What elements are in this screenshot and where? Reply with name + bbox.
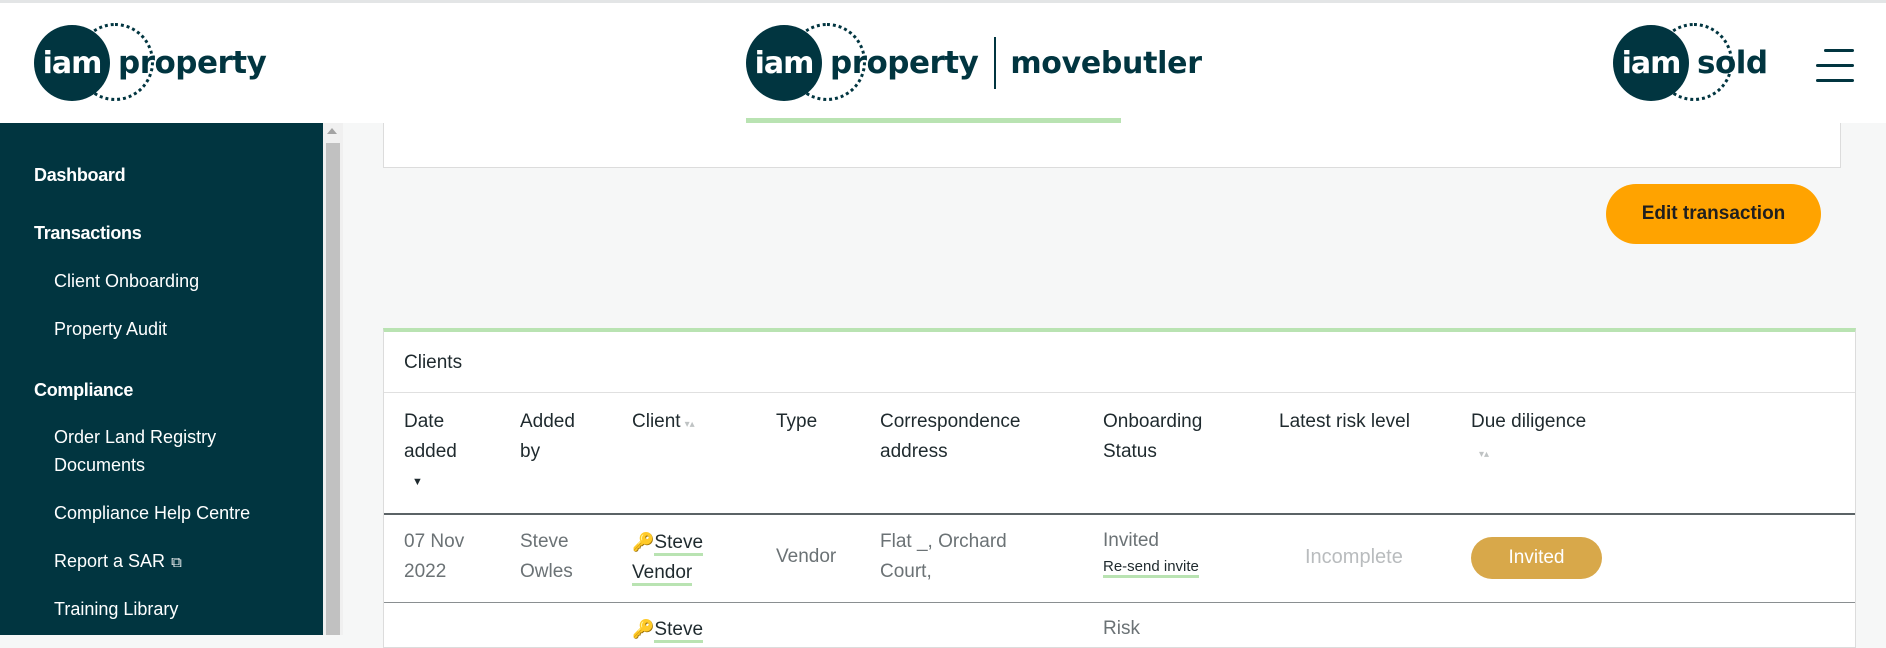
sidebar-item-compliance-help-centre[interactable]: Compliance Help Centre [54, 499, 250, 527]
column-header-due-diligence[interactable]: Due diligence ▾▴ [1471, 407, 1586, 470]
column-header-client[interactable]: Client ▾▴ [632, 407, 695, 440]
cell-onboarding-status: Risk [1103, 618, 1140, 639]
column-header-date-added[interactable]: Date added ▼ [404, 407, 484, 497]
status-text: Invited [1103, 530, 1159, 551]
resend-invite-link[interactable]: Re-send invite [1103, 558, 1199, 578]
cell-client: 🔑Steve [632, 614, 704, 645]
logo-divider [994, 37, 997, 89]
clients-title: Clients [404, 352, 463, 373]
logo-word: property [830, 45, 979, 81]
hamburger-icon[interactable] [1816, 49, 1854, 83]
column-header-added-by: Added by [520, 411, 575, 462]
sidebar-item-compliance[interactable]: Compliance [34, 380, 133, 401]
scroll-thumb[interactable] [326, 143, 340, 635]
column-header-latest-risk-level: Latest risk level [1279, 411, 1410, 432]
logo-word: property [118, 45, 267, 81]
logo-word: sold [1697, 45, 1768, 81]
iam-property-logo[interactable]: iam property [34, 23, 267, 103]
due-diligence-badge[interactable]: Invited [1471, 537, 1602, 579]
sidebar-item-property-audit[interactable]: Property Audit [54, 315, 167, 343]
sidebar-item-transactions[interactable]: Transactions [34, 223, 142, 244]
sidebar-item-order-land-registry[interactable]: Order Land Registry Documents [54, 423, 284, 479]
cell-added-by: Steve Owles [520, 531, 573, 582]
iam-sold-logo[interactable]: iam sold [1613, 23, 1768, 103]
movebutler-brand: movebutler [1010, 45, 1202, 81]
sort-desc-icon: ▼ [412, 476, 423, 488]
column-header-onboarding-status: Onboarding Status [1103, 411, 1203, 462]
transaction-details-card [383, 123, 1841, 168]
clients-card: Clients Date added ▼ Added by Client ▾▴ T… [383, 328, 1856, 648]
cell-onboarding-status: Invited Re-send invite [1103, 526, 1199, 578]
key-icon: 🔑 [632, 619, 655, 639]
sidebar-scrollbar[interactable] [323, 123, 343, 635]
sidebar: Dashboard Transactions Client Onboarding… [0, 123, 323, 635]
external-link-icon: ⧉ [171, 554, 182, 571]
movebutler-logo[interactable]: iam property movebutler [746, 23, 1202, 103]
cell-client: 🔑Steve Vendor [632, 527, 722, 588]
logo-circle: iam [34, 25, 110, 101]
sidebar-item-label: Report a SAR [54, 551, 166, 571]
column-header-type: Type [776, 411, 818, 432]
column-header-correspondence-address: Correspondence address [880, 411, 1021, 462]
key-icon: 🔑 [632, 532, 655, 552]
sidebar-item-dashboard[interactable]: Dashboard [34, 165, 126, 186]
header-divider [384, 513, 1855, 515]
scroll-up-arrow-icon[interactable] [327, 128, 337, 134]
row-divider [384, 602, 1855, 603]
cell-date: 07 Nov 2022 [404, 531, 465, 582]
cell-risk-level: Incomplete [1305, 546, 1403, 568]
sidebar-item-report-sar[interactable]: Report a SAR ⧉ [54, 547, 182, 577]
divider [384, 392, 1855, 393]
sidebar-item-training-library[interactable]: Training Library [54, 595, 178, 623]
sort-icon: ▾▴ [1479, 449, 1490, 460]
edit-transaction-button[interactable]: Edit transaction [1606, 184, 1821, 244]
top-header: iam property iam property movebutler iam… [0, 0, 1886, 126]
cell-type: Vendor [776, 546, 837, 567]
client-link[interactable]: Steve [654, 619, 704, 643]
sort-icon: ▾▴ [684, 419, 695, 430]
logo-circle: iam [1613, 25, 1689, 101]
sidebar-item-client-onboarding[interactable]: Client Onboarding [54, 267, 199, 295]
logo-circle: iam [746, 25, 822, 101]
cell-address: Flat _, Orchard Court, [880, 531, 1007, 582]
